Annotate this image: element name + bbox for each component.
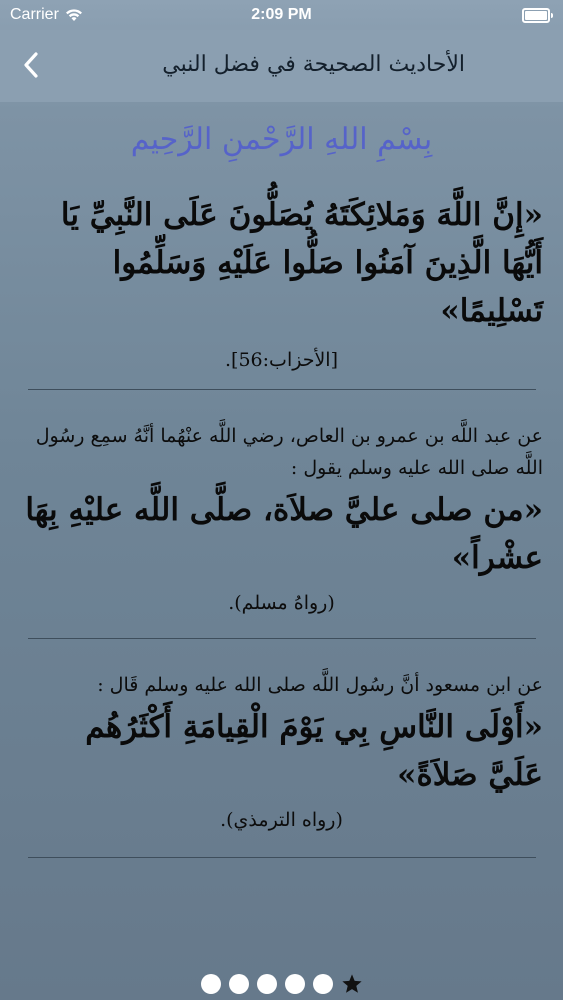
intro-text: عن ابن مسعود أنَّ رسُول اللَّه صلى الله … bbox=[97, 674, 543, 696]
basmala-heading: بِسْمِ اللهِ الرَّحْمنِ الرَّحِيم bbox=[130, 122, 433, 157]
divider bbox=[27, 857, 536, 858]
star-icon[interactable] bbox=[341, 973, 363, 995]
hadith-section-2: عن عبد اللَّه بن عمرو بن العاص، رضي اللَ… bbox=[0, 420, 563, 614]
page-dot[interactable] bbox=[312, 974, 333, 994]
quote-text: «إِنَّ اللَّهَ وَمَلائِكَتَهُ يُصَلُّونَ… bbox=[60, 197, 543, 329]
quote-text: «من صلى عليَّ صلاَة، صلَّى اللَّه عليْهِ… bbox=[25, 492, 543, 576]
page-dot[interactable] bbox=[256, 974, 277, 994]
navigation-bar: الأحاديث الصحيحة في فضل النبي bbox=[0, 30, 563, 102]
page-dot[interactable] bbox=[228, 974, 249, 994]
divider bbox=[27, 389, 536, 390]
page-dot[interactable] bbox=[200, 974, 221, 994]
status-bar: Carrier 2:09 PM bbox=[0, 0, 563, 30]
reference-text: (رواه الترمذي). bbox=[220, 809, 343, 831]
hadith-section-1: «إِنَّ اللَّهَ وَمَلائِكَتَهُ يُصَلُّونَ… bbox=[0, 191, 563, 371]
content-scroll[interactable]: بِسْمِ اللهِ الرَّحْمنِ الرَّحِيم «إِنَّ… bbox=[0, 102, 563, 858]
page-dot[interactable] bbox=[284, 974, 305, 994]
page-control[interactable] bbox=[0, 972, 563, 996]
page-title: الأحاديث الصحيحة في فضل النبي bbox=[162, 52, 465, 77]
chevron-left-icon bbox=[24, 52, 38, 78]
divider bbox=[27, 638, 536, 639]
back-button[interactable] bbox=[14, 48, 48, 82]
intro-text: عن عبد اللَّه بن عمرو بن العاص، رضي اللَ… bbox=[35, 425, 543, 479]
battery-icon bbox=[522, 8, 553, 23]
quote-text: «أَوْلَى النَّاسِ بِي يَوْمَ الْقِيامَةِ… bbox=[85, 709, 543, 793]
hadith-section-3: عن ابن مسعود أنَّ رسُول اللَّه صلى الله … bbox=[0, 669, 563, 831]
reference-text: [الأحزاب:56]. bbox=[225, 349, 338, 371]
status-time: 2:09 PM bbox=[251, 6, 312, 23]
reference-text: (رواهُ مسلم). bbox=[228, 592, 335, 614]
